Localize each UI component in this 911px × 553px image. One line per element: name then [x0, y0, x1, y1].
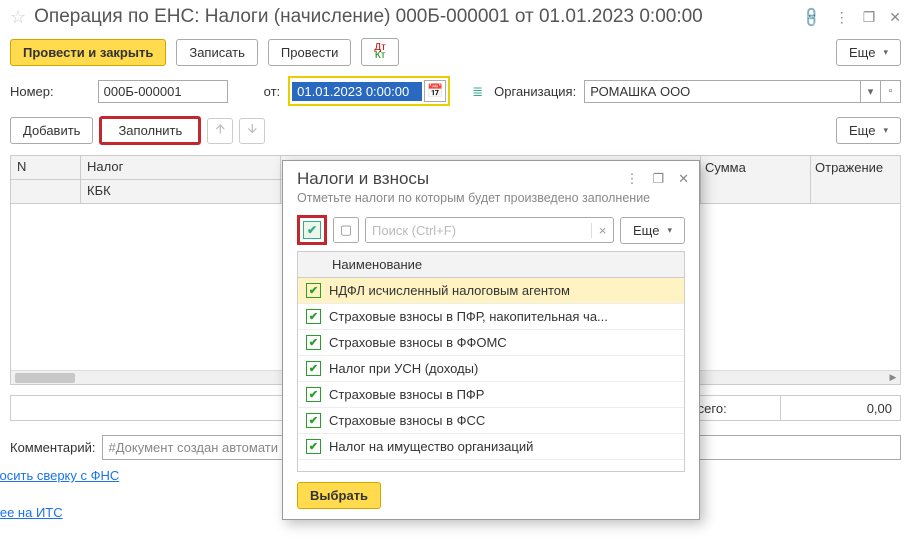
col-tax: Налог — [81, 156, 280, 180]
org-dropdown-icon[interactable]: ▾ — [861, 80, 881, 103]
popup-item-label: Страховые взносы в ПФР, накопительная ча… — [329, 309, 676, 324]
uncheck-all-button[interactable]: ▢ — [333, 217, 359, 243]
fill-button[interactable]: Заполнить — [99, 116, 201, 145]
col-kbk: КБК — [81, 180, 280, 203]
popup-list-item[interactable]: ✔ Страховые взносы в ФФОМС — [298, 330, 684, 356]
popup-item-label: Налог при УСН (доходы) — [329, 361, 676, 376]
move-up-icon[interactable]: 🡩 — [207, 118, 233, 144]
number-input[interactable]: 000Б-000001 — [98, 80, 228, 103]
popup-more-button[interactable]: Еще — [620, 217, 685, 244]
link-icon[interactable]: 🔗 — [800, 5, 824, 29]
col-sum: Сумма — [700, 156, 810, 203]
popup-restore-icon[interactable]: ❐ — [652, 171, 664, 187]
org-open-icon[interactable]: ▫ — [881, 80, 901, 103]
move-down-icon[interactable]: 🡫 — [239, 118, 265, 144]
checkbox-icon[interactable]: ✔ — [306, 283, 321, 298]
check-all-button[interactable]: ✔ — [297, 215, 327, 245]
col-n: N — [11, 156, 80, 180]
kebab-menu-icon[interactable]: ⋮ — [835, 9, 849, 26]
total-value: 0,00 — [780, 396, 900, 420]
post-button[interactable]: Провести — [268, 39, 352, 66]
search-clear-icon[interactable]: × — [591, 223, 613, 238]
number-label: Номер: — [10, 84, 54, 99]
check-all-icon: ✔ — [303, 221, 321, 239]
its-link[interactable]: обнее на ИТС — [0, 505, 63, 520]
taxes-popup: Налоги и взносы ⋮ ❐ ✕ Отметьте налоги по… — [282, 160, 700, 520]
popup-list-item[interactable]: ✔ Страховые взносы в ПФР — [298, 382, 684, 408]
popup-subtitle: Отметьте налоги по которым будет произве… — [283, 191, 699, 211]
calendar-icon[interactable]: 📅 — [424, 80, 446, 102]
popup-list-item[interactable]: ✔ Страховые взносы в ПФР, накопительная ч… — [298, 304, 684, 330]
checkbox-icon[interactable]: ✔ — [306, 413, 321, 428]
org-input[interactable]: РОМАШКА ООО — [584, 80, 861, 103]
comment-label: Комментарий: — [10, 440, 96, 455]
post-and-close-button[interactable]: Провести и закрыть — [10, 39, 166, 66]
write-button[interactable]: Записать — [176, 39, 258, 66]
add-button[interactable]: Добавить — [10, 117, 93, 144]
list-icon[interactable] — [472, 84, 486, 98]
checkbox-icon[interactable]: ✔ — [306, 309, 321, 324]
popup-close-icon[interactable]: ✕ — [678, 171, 689, 187]
checkbox-icon[interactable]: ✔ — [306, 387, 321, 402]
popup-item-label: Страховые взносы в ФСС — [329, 413, 676, 428]
window-restore-icon[interactable]: ❐ — [863, 9, 876, 26]
window-title: Операция по ЕНС: Налоги (начисление) 000… — [34, 6, 795, 28]
popup-list-item[interactable]: ✔ Налог на имущество организаций — [298, 434, 684, 460]
select-button[interactable]: Выбрать — [297, 482, 381, 509]
fns-link[interactable]: апросить сверку с ФНС — [0, 468, 119, 483]
popup-kebab-icon[interactable]: ⋮ — [625, 171, 638, 187]
checkbox-icon[interactable]: ✔ — [306, 361, 321, 376]
popup-list-header: Наименование — [298, 252, 684, 278]
popup-item-label: Страховые взносы в ПФР — [329, 387, 676, 402]
popup-item-label: Налог на имущество организаций — [329, 439, 676, 454]
dtkt-button[interactable]: ДтКт — [361, 38, 398, 66]
popup-list-item[interactable]: ✔ Страховые взносы в ФСС — [298, 408, 684, 434]
checkbox-icon[interactable]: ✔ — [306, 335, 321, 350]
popup-title: Налоги и взносы — [297, 169, 429, 189]
close-icon[interactable]: ✕ — [889, 9, 901, 26]
checkbox-icon[interactable]: ✔ — [306, 439, 321, 454]
date-input[interactable]: 01.01.2023 0:00:00 — [292, 82, 422, 101]
sub-more-button[interactable]: Еще — [836, 117, 901, 144]
col-refl: Отражение — [810, 156, 900, 203]
popup-list-item[interactable]: ✔ НДФЛ исчисленный налоговым агентом — [298, 278, 684, 304]
org-label: Организация: — [494, 84, 576, 99]
popup-item-label: НДФЛ исчисленный налоговым агентом — [329, 283, 676, 298]
more-button[interactable]: Еще — [836, 39, 901, 66]
date-field-highlight: 01.01.2023 0:00:00 📅 — [288, 76, 450, 106]
from-label: от: — [264, 84, 281, 99]
popup-list-item[interactable]: ✔ Налог при УСН (доходы) — [298, 356, 684, 382]
popup-item-label: Страховые взносы в ФФОМС — [329, 335, 676, 350]
favorite-star-icon[interactable]: ☆ — [10, 7, 26, 28]
popup-search-input[interactable] — [366, 223, 591, 238]
